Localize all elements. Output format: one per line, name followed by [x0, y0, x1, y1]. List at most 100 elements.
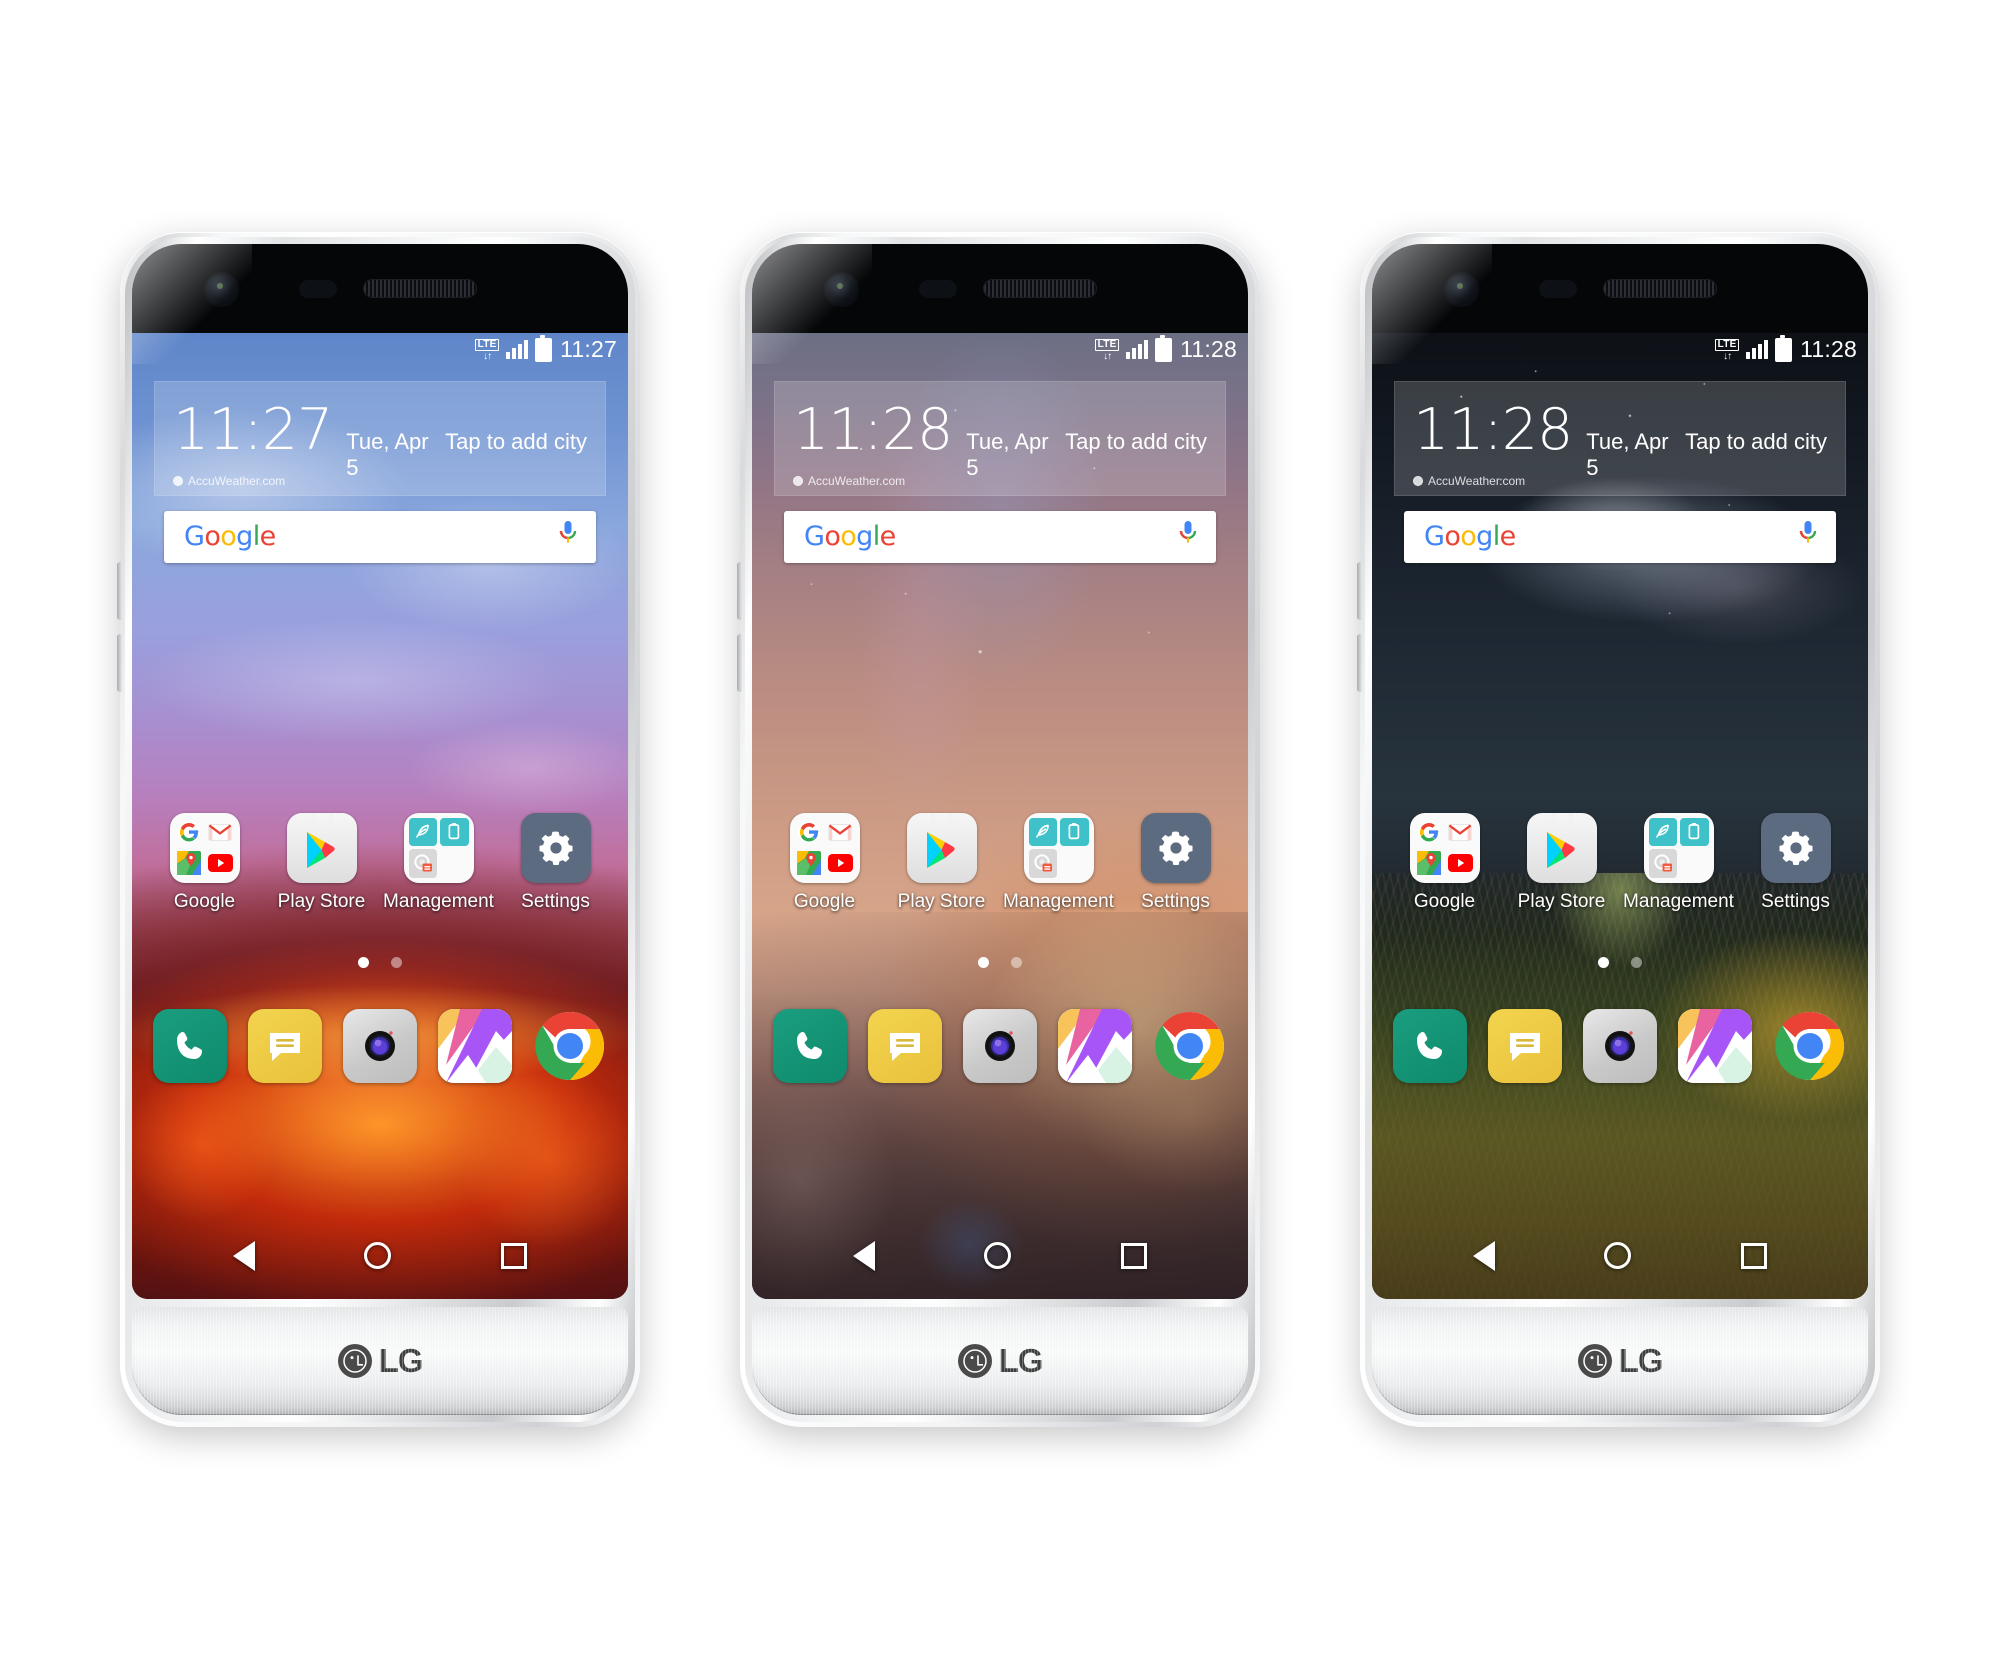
clock-weather-widget[interactable]: 11:28 Tue, Apr 5 Tap to add city AccuWea…: [1394, 380, 1846, 496]
battery-full-icon: [1155, 334, 1173, 362]
gallery-icon[interactable]: [438, 1008, 513, 1083]
add-city-button[interactable]: Tap to add city: [445, 429, 587, 455]
volume-up-button[interactable]: [1357, 561, 1362, 620]
widget-top-row: 11:28 Tue, Apr 5 Tap to add city: [1413, 401, 1827, 481]
volume-down-button[interactable]: [1357, 633, 1362, 692]
widget-date: Tue, Apr 5: [1586, 428, 1669, 480]
page-dot[interactable]: [1631, 956, 1642, 968]
back-triangle-icon[interactable]: [232, 1240, 255, 1271]
page-dot[interactable]: [1011, 956, 1022, 968]
page-dot-active[interactable]: [358, 956, 369, 968]
smart-cleaning-icon: [408, 817, 437, 846]
app-row: Google Play Store Management Settings: [766, 812, 1234, 913]
settings-shortcut-icon: [1028, 849, 1057, 878]
page-dot-active[interactable]: [978, 956, 989, 968]
microphone-icon[interactable]: [1179, 521, 1197, 552]
camera-icon[interactable]: [342, 1008, 417, 1083]
phone-right: LTE ↓↑ 11:28 11:28 Tue, Apr 5 Tap to add…: [1357, 231, 1880, 1427]
lg-wordmark: LG: [1618, 1341, 1664, 1379]
phone-front-glass: LTE ↓↑ 11:28 11:28 Tue, Apr 5 Tap to add…: [1372, 243, 1868, 1299]
microphone-icon[interactable]: [559, 521, 577, 552]
app-management-folder[interactable]: Management: [1003, 812, 1114, 913]
phone-icon[interactable]: [1392, 1008, 1467, 1083]
battery-full-icon: [535, 334, 553, 362]
home-circle-icon[interactable]: [1604, 1242, 1632, 1269]
page-indicator: [1372, 956, 1868, 968]
message-bubble-icon[interactable]: [1487, 1008, 1562, 1083]
add-city-button[interactable]: Tap to add city: [1065, 429, 1207, 455]
add-city-button[interactable]: Tap to add city: [1685, 429, 1827, 455]
google-logo: Google: [1424, 521, 1516, 552]
app-google-folder[interactable]: Google: [156, 812, 254, 913]
app-label: Play Store: [1517, 890, 1606, 912]
camera-icon[interactable]: [962, 1008, 1037, 1083]
app-settings[interactable]: Settings: [507, 812, 605, 913]
dock: [1382, 1008, 1858, 1083]
widget-top-row: 11:28 Tue, Apr 5 Tap to add city: [793, 401, 1207, 481]
app-settings[interactable]: Settings: [1747, 812, 1845, 913]
home-circle-icon[interactable]: [364, 1242, 392, 1269]
message-bubble-icon[interactable]: [247, 1008, 322, 1083]
app-google-folder[interactable]: Google: [1396, 812, 1494, 913]
gallery-icon[interactable]: [1058, 1008, 1133, 1083]
back-triangle-icon[interactable]: [1472, 1240, 1495, 1271]
phone-icon[interactable]: [152, 1008, 227, 1083]
app-settings[interactable]: Settings: [1127, 812, 1225, 913]
message-bubble-icon[interactable]: [867, 1008, 942, 1083]
page-dot[interactable]: [391, 956, 402, 968]
app-play-store[interactable]: Play Store: [893, 812, 991, 913]
app-play-store[interactable]: Play Store: [273, 812, 371, 913]
screen-left[interactable]: LTE ↓↑ 11:27 11:27 Tue, Apr 5 Tap to add…: [132, 332, 628, 1299]
recents-square-icon[interactable]: [1121, 1242, 1148, 1269]
lg-face-logo-icon: [337, 1343, 372, 1378]
signal-bars-icon: [506, 340, 529, 359]
screen-right[interactable]: LTE ↓↑ 11:28 11:28 Tue, Apr 5 Tap to add…: [1372, 332, 1868, 1299]
chrome-icon[interactable]: [533, 1009, 607, 1083]
chrome-icon[interactable]: [1153, 1009, 1227, 1083]
volume-up-button[interactable]: [737, 561, 742, 620]
app-play-store[interactable]: Play Store: [1513, 812, 1611, 913]
recents-square-icon[interactable]: [1741, 1242, 1768, 1269]
app-google-folder[interactable]: Google: [776, 812, 874, 913]
page-dot-active[interactable]: [1598, 956, 1609, 968]
microphone-icon[interactable]: [1799, 521, 1817, 552]
camera-icon[interactable]: [1582, 1008, 1657, 1083]
home-circle-icon[interactable]: [984, 1242, 1012, 1269]
management-folder-icon: [403, 812, 474, 883]
clock-weather-widget[interactable]: 11:28 Tue, Apr 5 Tap to add city AccuWea…: [774, 380, 1226, 496]
app-label: Play Store: [277, 890, 366, 912]
google-search-bar[interactable]: Google: [784, 510, 1216, 563]
volume-up-button[interactable]: [117, 561, 122, 620]
google-search-bar[interactable]: Google: [1404, 510, 1836, 563]
weather-source: AccuWeather.com: [173, 474, 285, 488]
back-triangle-icon[interactable]: [852, 1240, 875, 1271]
google-folder-icon: [1409, 812, 1480, 883]
app-management-folder[interactable]: Management: [1623, 812, 1734, 913]
accuweather-icon: [793, 475, 803, 486]
phone-icon[interactable]: [772, 1008, 847, 1083]
widget-clock: 11:27: [173, 396, 333, 463]
front-camera-icon: [206, 273, 237, 305]
screen-center[interactable]: LTE ↓↑ 11:28 11:28 Tue, Apr 5 Tap to add…: [752, 332, 1248, 1299]
gmail-icon: [206, 818, 235, 847]
phone-front-glass: LTE ↓↑ 11:27 11:27 Tue, Apr 5 Tap to add…: [132, 243, 628, 1299]
gallery-icon[interactable]: [1678, 1008, 1753, 1083]
widget-date: Tue, Apr 5: [346, 428, 429, 480]
clock-weather-widget[interactable]: 11:27 Tue, Apr 5 Tap to add city AccuWea…: [154, 380, 606, 496]
app-management-folder[interactable]: Management: [383, 812, 494, 913]
volume-down-button[interactable]: [117, 633, 122, 692]
accuweather-icon: [1413, 475, 1423, 486]
folder-empty-slot: [440, 849, 469, 878]
top-bezel: [132, 244, 628, 324]
lg-face-logo-icon: [957, 1343, 992, 1378]
phone-lineup: LTE ↓↑ 11:27 11:27 Tue, Apr 5 Tap to add…: [0, 0, 2000, 1658]
accuweather-icon: [173, 475, 183, 486]
app-label: Management: [1003, 890, 1114, 912]
google-search-bar[interactable]: Google: [164, 510, 596, 563]
volume-down-button[interactable]: [737, 633, 742, 692]
recents-square-icon[interactable]: [501, 1242, 528, 1269]
google-g-icon: [175, 818, 204, 847]
app-label: Management: [383, 890, 494, 912]
dock: [142, 1008, 618, 1083]
chrome-icon[interactable]: [1773, 1009, 1847, 1083]
